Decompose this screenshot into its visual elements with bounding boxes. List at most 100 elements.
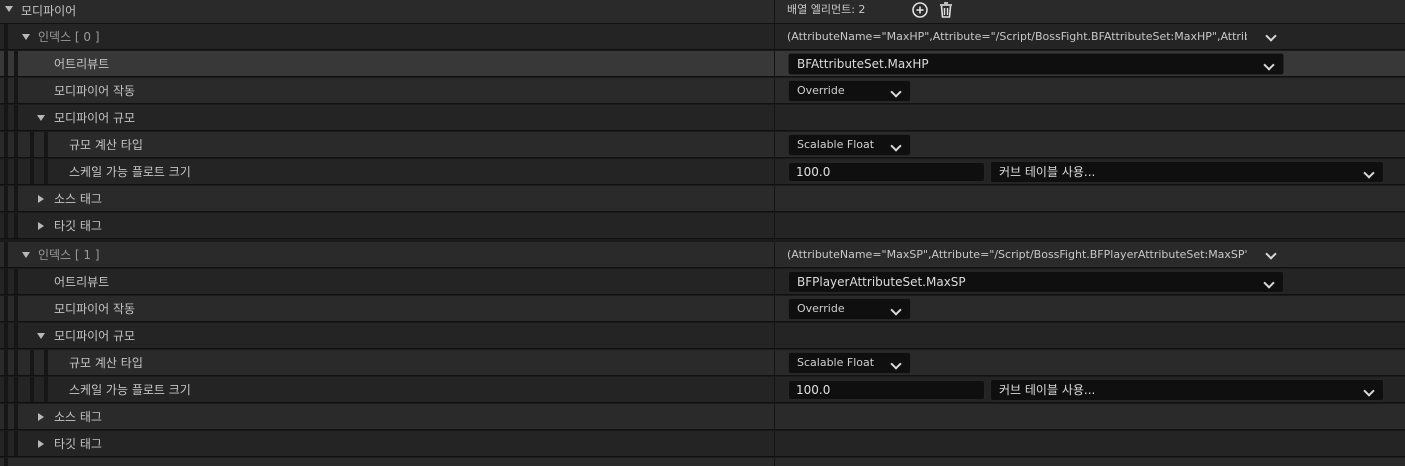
- chevron-down-icon: [890, 304, 902, 316]
- magnitude-row-1[interactable]: 모디파이어 규모: [0, 323, 1405, 349]
- attribute-row-1[interactable]: 어트리뷰트 BFPlayerAttributeSet.MaxSP: [0, 269, 1405, 295]
- chevron-down-icon: [890, 86, 902, 98]
- column-divider: [774, 458, 775, 466]
- target-tags-row-0[interactable]: 타깃 태그: [0, 213, 1405, 239]
- calc-type-combo[interactable]: Scalable Float: [788, 134, 911, 156]
- expand-arrow-icon[interactable]: [38, 195, 44, 203]
- index-row-0[interactable]: 인덱스 [ 0 ] (AttributeName="MaxHP",Attribu…: [0, 24, 1405, 50]
- calc-type-row-1[interactable]: 규모 계산 타입 Scalable Float: [0, 350, 1405, 376]
- attribute-row-0[interactable]: 어트리뷰트 BFAttributeSet.MaxHP: [0, 51, 1405, 77]
- attribute-value: BFPlayerAttributeSet.MaxSP: [797, 275, 966, 289]
- next-row-partial: [0, 458, 1405, 466]
- name-column: 타깃 태그: [0, 431, 774, 456]
- array-count: 배열 엘리먼트: 2: [787, 3, 866, 16]
- struct-summary: (AttributeName="MaxHP",Attribute="/Scrip…: [787, 30, 1247, 43]
- scalable-float-input[interactable]: 100.0: [788, 162, 985, 182]
- value-column: Override: [775, 296, 1405, 321]
- modifiers-label: 모디파이어: [21, 4, 77, 18]
- calc-type-label: 규모 계산 타입: [69, 138, 143, 152]
- name-column: 소스 태그: [0, 404, 774, 429]
- details-panel: 모디파이어 배열 엘리먼트: 2 인덱스 [ 0 ] (AttributeNam…: [0, 0, 1405, 466]
- name-column: 어트리뷰트: [0, 269, 774, 294]
- value-column: 배열 엘리먼트: 2: [775, 0, 1405, 23]
- scalable-float-input[interactable]: 100.0: [788, 380, 985, 400]
- calc-type-value: Scalable Float: [797, 356, 875, 369]
- target-tags-label: 타깃 태그: [54, 219, 102, 233]
- name-column: 스케일 가능 플로트 크기: [0, 159, 774, 184]
- column-divider: [774, 431, 775, 456]
- index-label: 인덱스 [ 1 ]: [38, 248, 100, 262]
- scalable-float-row-0[interactable]: 스케일 가능 플로트 크기 100.0 커브 테이블 사용...: [0, 159, 1405, 185]
- name-column: 모디파이어 작동: [0, 296, 774, 321]
- attribute-label: 어트리뷰트: [54, 275, 110, 289]
- attribute-combo[interactable]: BFAttributeSet.MaxHP: [788, 53, 1284, 75]
- collapse-arrow-icon[interactable]: [22, 252, 30, 258]
- name-column: 모디파이어: [0, 0, 774, 23]
- column-divider: [774, 323, 775, 348]
- value-column: (AttributeName="MaxHP",Attribute="/Scrip…: [775, 24, 1405, 49]
- plus-circle-icon[interactable]: [911, 1, 929, 19]
- calc-type-label: 규모 계산 타입: [69, 356, 143, 370]
- magnitude-label: 모디파이어 규모: [54, 329, 136, 343]
- column-divider: [774, 404, 775, 429]
- struct-summary: (AttributeName="MaxSP",Attribute="/Scrip…: [787, 248, 1247, 261]
- expand-arrow-icon[interactable]: [38, 413, 44, 421]
- source-tags-label: 소스 태그: [54, 192, 102, 206]
- collapse-arrow-icon[interactable]: [5, 6, 13, 12]
- magnitude-label: 모디파이어 규모: [54, 111, 136, 125]
- chevron-down-icon[interactable]: [1265, 30, 1277, 42]
- name-column: 인덱스 [ 1 ]: [0, 242, 774, 267]
- expand-arrow-icon[interactable]: [38, 222, 44, 230]
- source-tags-row-0[interactable]: 소스 태그: [0, 186, 1405, 212]
- magnitude-row-0[interactable]: 모디파이어 규모: [0, 105, 1405, 131]
- value-column: (AttributeName="MaxSP",Attribute="/Scrip…: [775, 242, 1405, 267]
- scalable-float-row-1[interactable]: 스케일 가능 플로트 크기 100.0 커브 테이블 사용...: [0, 377, 1405, 403]
- name-column: 타깃 태그: [0, 213, 774, 238]
- value-column: Override: [775, 78, 1405, 103]
- scalable-float-label: 스케일 가능 플로트 크기: [69, 383, 191, 397]
- name-column: 규모 계산 타입: [0, 350, 774, 375]
- curve-table-value: 커브 테이블 사용...: [999, 165, 1096, 179]
- attribute-value: BFAttributeSet.MaxHP: [797, 57, 929, 71]
- target-tags-row-1[interactable]: 타깃 태그: [0, 431, 1405, 457]
- modifier-op-combo[interactable]: Override: [788, 80, 911, 102]
- modifier-op-combo[interactable]: Override: [788, 298, 911, 320]
- attribute-combo[interactable]: BFPlayerAttributeSet.MaxSP: [788, 271, 1284, 293]
- name-column: 어트리뷰트: [0, 51, 774, 76]
- chevron-down-icon: [890, 140, 902, 152]
- collapse-arrow-icon[interactable]: [22, 34, 30, 40]
- source-tags-row-1[interactable]: 소스 태그: [0, 404, 1405, 430]
- calc-type-combo[interactable]: Scalable Float: [788, 352, 911, 374]
- modifiers-root-row[interactable]: 모디파이어 배열 엘리먼트: 2: [0, 0, 1405, 24]
- trash-icon[interactable]: [937, 1, 955, 19]
- collapse-arrow-icon[interactable]: [37, 115, 45, 121]
- name-column: 모디파이어 규모: [0, 105, 774, 130]
- curve-table-value: 커브 테이블 사용...: [999, 383, 1096, 397]
- curve-table-combo[interactable]: 커브 테이블 사용...: [990, 379, 1384, 401]
- modifier-op-value: Override: [797, 84, 845, 97]
- value-column: Scalable Float: [775, 132, 1405, 157]
- target-tags-label: 타깃 태그: [54, 437, 102, 451]
- name-column: 규모 계산 타입: [0, 132, 774, 157]
- chevron-down-icon: [1263, 277, 1275, 289]
- attribute-label: 어트리뷰트: [54, 57, 110, 71]
- modifier-op-row-0[interactable]: 모디파이어 작동 Override: [0, 78, 1405, 104]
- index-row-1[interactable]: 인덱스 [ 1 ] (AttributeName="MaxSP",Attribu…: [0, 242, 1405, 268]
- chevron-down-icon: [1263, 59, 1275, 71]
- modifier-op-row-1[interactable]: 모디파이어 작동 Override: [0, 296, 1405, 322]
- chevron-down-icon: [1363, 167, 1375, 179]
- curve-table-combo[interactable]: 커브 테이블 사용...: [990, 161, 1384, 183]
- value-column: 100.0 커브 테이블 사용...: [775, 377, 1405, 402]
- name-column: 모디파이어 작동: [0, 78, 774, 103]
- expand-arrow-icon[interactable]: [38, 440, 44, 448]
- chevron-down-icon[interactable]: [1265, 248, 1277, 260]
- modifier-op-value: Override: [797, 302, 845, 315]
- name-column: 모디파이어 규모: [0, 323, 774, 348]
- collapse-arrow-icon[interactable]: [37, 333, 45, 339]
- value-column: BFAttributeSet.MaxHP: [775, 51, 1405, 76]
- calc-type-value: Scalable Float: [797, 138, 875, 151]
- calc-type-row-0[interactable]: 규모 계산 타입 Scalable Float: [0, 132, 1405, 158]
- column-divider: [774, 213, 775, 238]
- scalable-float-label: 스케일 가능 플로트 크기: [69, 165, 191, 179]
- index-label: 인덱스 [ 0 ]: [38, 30, 100, 44]
